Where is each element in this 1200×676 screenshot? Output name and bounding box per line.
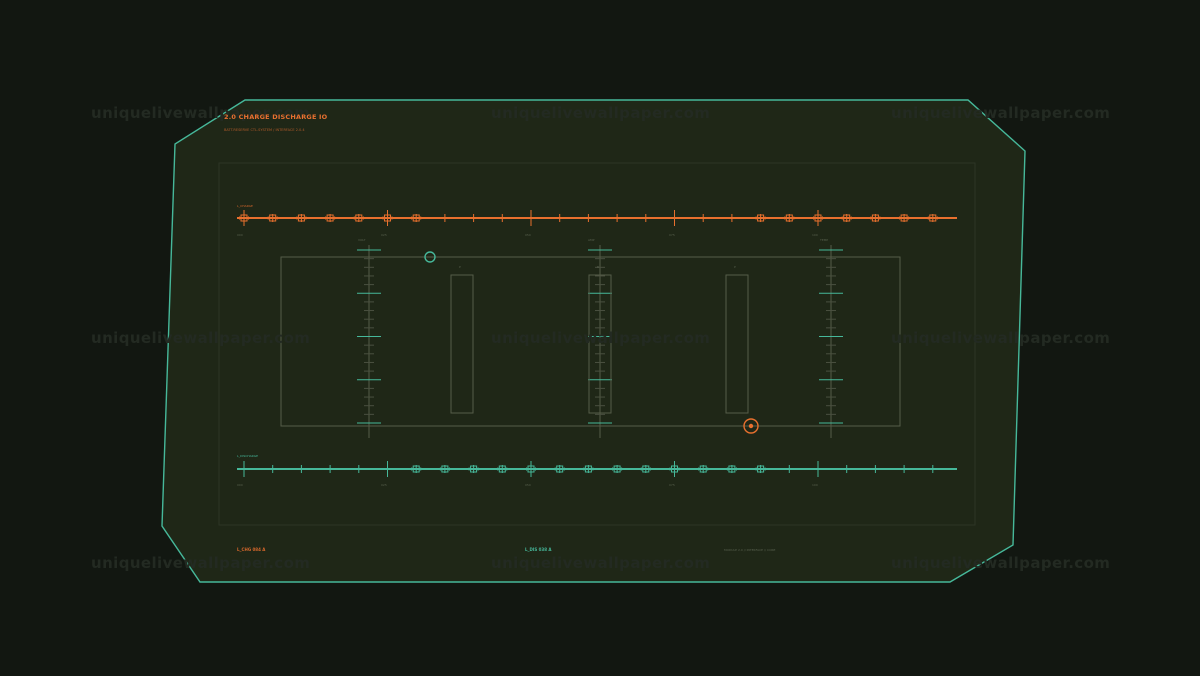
scale-label-amp: AMP [588, 238, 595, 242]
watermark-7: uniquelivewallpaper.com [91, 554, 311, 572]
footer-module-info: MODULE 2.0 // INTERFACE // CORE [724, 548, 776, 552]
scale-label-temp: TEMP [820, 238, 829, 242]
watermark-2: uniquelivewallpaper.com [491, 104, 711, 122]
footer-discharge-readout: L_DIS 038 A [525, 547, 552, 552]
scale-label-volt: VOLT [358, 238, 366, 242]
watermark-6: uniquelivewallpaper.com [891, 329, 1111, 347]
charge-tick-label: 100 [812, 233, 818, 237]
footer-charge-readout: L_CHG 084 A [237, 547, 266, 552]
charge-tick-label: 050 [525, 233, 531, 237]
charge-tick-label: 000 [237, 233, 243, 237]
discharge-tick-label: 025 [381, 483, 387, 487]
gauge-bar-1-label: P [459, 265, 461, 269]
panel-subtitle: BATT.RESERVE CTL.SYSTEM / INTERFACE 2.0.… [224, 128, 305, 132]
gauge-bar-2-label: B [597, 265, 600, 269]
watermark-4: uniquelivewallpaper.com [91, 329, 311, 347]
discharge-track-label: L_DISCHARGE [237, 454, 258, 458]
charge-tick-label: 025 [381, 233, 387, 237]
discharge-tick-label: 100 [812, 483, 818, 487]
discharge-tick-label: 075 [669, 483, 675, 487]
charge-tick-label: 075 [669, 233, 675, 237]
watermark-3: uniquelivewallpaper.com [891, 104, 1111, 122]
discharge-tick-label: 050 [525, 483, 531, 487]
watermark-8: uniquelivewallpaper.com [491, 554, 711, 572]
discharge-tick-label: 000 [237, 483, 243, 487]
charge-track-label: L_CHARGE [237, 204, 253, 208]
panel-title: 2.0 CHARGE DISCHARGE IO [224, 113, 328, 121]
gauge-bar-3-label: P [734, 265, 736, 269]
watermark-9: uniquelivewallpaper.com [891, 554, 1111, 572]
orange-target-dot [748, 423, 754, 429]
watermark-5: uniquelivewallpaper.com [491, 329, 711, 347]
